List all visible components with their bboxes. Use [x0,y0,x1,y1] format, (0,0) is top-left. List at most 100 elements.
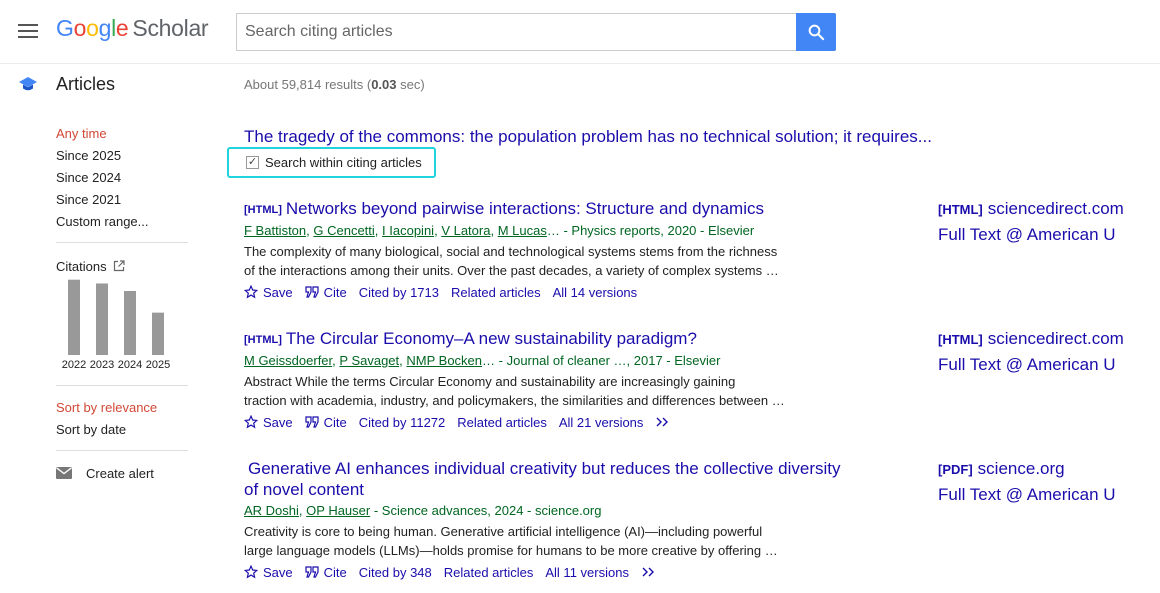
create-alert-button[interactable]: Create alert [56,463,188,483]
result-snippet: Creativity is core to being human. Gener… [244,522,789,560]
snippet-line: of the interactions among their units. O… [244,263,779,278]
results-time: 0.03 [371,77,397,92]
snippet-line: Creativity is core to being human. Gener… [244,524,763,539]
main-menu-icon[interactable] [18,24,38,38]
sidebar-divider [56,385,188,386]
fulltext-link[interactable]: Full Text @ American U [938,482,1116,507]
result-title-link[interactable]: [HTML] Networks beyond pairwise interacti… [244,199,844,220]
more-options-icon[interactable] [655,416,671,428]
citation-bar-2023[interactable] [96,283,108,355]
search-result: [HTML] Networks beyond pairwise interacti… [244,199,844,301]
author-link[interactable]: I Iacopini [382,223,434,238]
author-link[interactable]: G Cencetti [313,223,374,238]
source-link[interactable]: [HTML] sciencedirect.com [938,196,1124,222]
save-label: Save [263,284,293,300]
format-tag: [PDF] [938,462,973,477]
author-link[interactable]: NMP Bocken [406,353,482,368]
related-articles-link[interactable]: Related articles [457,415,547,430]
save-button[interactable]: Save [244,565,293,580]
save-button[interactable]: Save [244,285,293,300]
source-link[interactable]: [PDF] science.org [938,456,1116,482]
sort-by-relevance[interactable]: Sort by relevance [56,400,188,422]
fulltext-link[interactable]: Full Text @ American U [938,222,1124,247]
sidebar-divider [56,450,188,451]
result-side-links: [HTML] sciencedirect.com Full Text @ Amer… [938,196,1124,247]
quote-icon [305,566,319,578]
source-name: sciencedirect.com [987,199,1124,218]
logo-letter: o [73,15,87,41]
citation-bar-2025[interactable] [152,312,164,355]
results-suffix: sec) [396,77,425,92]
source-link[interactable]: [HTML] sciencedirect.com [938,326,1124,352]
checkbox-checked[interactable]: ✓ [246,156,259,169]
external-link-icon[interactable] [113,260,125,272]
quote-icon [305,416,319,428]
all-versions-link[interactable]: All 14 versions [553,285,638,300]
star-icon [244,415,258,429]
related-articles-link[interactable]: Related articles [444,565,534,580]
search-button[interactable] [796,13,836,51]
result-title-link[interactable]: Generative AI enhances individual creati… [244,459,844,500]
logo-letter: o [86,15,99,41]
cited-article-title[interactable]: The tragedy of the commons: the populati… [244,127,932,147]
cite-button[interactable]: Cite [305,415,347,430]
mortarboard-icon [19,77,37,91]
author-link[interactable]: M Lucas [498,223,547,238]
result-title: Networks beyond pairwise interactions: S… [285,199,764,218]
all-versions-link[interactable]: All 21 versions [559,415,644,430]
citations-header[interactable]: Citations [56,257,188,275]
source-name: science.org [977,459,1065,478]
cite-button[interactable]: Cite [305,565,347,580]
citation-year-label: 2023 [90,359,114,371]
save-button[interactable]: Save [244,415,293,430]
result-title-link[interactable]: [HTML] The Circular Economy–A new sustain… [244,329,844,350]
search-within-checkbox[interactable]: ✓ Search within citing articles [227,147,436,178]
sort-by-date[interactable]: Sort by date [56,422,188,444]
format-tag: [HTML] [244,204,282,216]
result-title: The Circular Economy–A new sustainabilit… [285,329,697,348]
cited-by-link[interactable]: Cited by 11272 [359,415,446,430]
filter-since-2025[interactable]: Since 2025 [56,148,188,170]
related-articles-link[interactable]: Related articles [451,285,541,300]
search-icon [808,24,825,41]
header-divider [0,63,1160,64]
filter-since-2024[interactable]: Since 2024 [56,170,188,192]
citations-bar-chart: 2022 2023 2024 2025 [62,279,170,371]
snippet-line: traction with academia, industry, and po… [244,393,785,408]
snippet-line: large language models (LLMs)—holds promi… [244,543,778,558]
search-input[interactable] [236,13,797,51]
format-tag: [HTML] [938,202,983,217]
citations-chart: 2022 2023 2024 2025 [56,275,176,375]
more-options-icon[interactable] [641,566,657,578]
result-meta: M Geissdoerfer, P Savaget, NMP Bocken… -… [244,353,721,368]
author-link[interactable]: F Battiston [244,223,306,238]
result-snippet: Abstract While the terms Circular Econom… [244,372,789,410]
author-link[interactable]: AR Doshi [244,503,299,518]
citation-year-label: 2022 [62,359,86,371]
all-versions-link[interactable]: All 11 versions [545,565,629,580]
source-name: sciencedirect.com [987,329,1124,348]
cited-by-link[interactable]: Cited by 348 [359,565,432,580]
result-side-links: [HTML] sciencedirect.com Full Text @ Amer… [938,326,1124,377]
search-within-label: Search within citing articles [265,155,422,170]
cited-by-link[interactable]: Cited by 1713 [359,285,439,300]
logo-letter: G [56,15,74,41]
filter-any-time[interactable]: Any time [56,126,188,148]
author-link[interactable]: P Savaget [339,353,399,368]
citation-bar-2022[interactable] [68,279,80,355]
result-actions: Save Cite Cited by 1713 Related articles… [244,283,844,301]
cite-button[interactable]: Cite [305,285,347,300]
citation-bar-2024[interactable] [124,291,136,355]
filter-custom-range[interactable]: Custom range... [56,214,188,236]
result-title: Generative AI enhances individual creati… [244,459,841,499]
logo-letter: e [115,15,129,41]
author-link[interactable]: V Latora [441,223,490,238]
author-link[interactable]: OP Hauser [306,503,370,518]
google-scholar-logo[interactable]: Google Scholar [56,15,209,42]
result-snippet: The complexity of many biological, socia… [244,242,789,280]
filter-since-2021[interactable]: Since 2021 [56,192,188,214]
author-link[interactable]: M Geissdoerfer [244,353,332,368]
result-venue: … - Physics reports, 2020 - Elsevier [546,223,755,238]
quote-icon [305,286,319,298]
fulltext-link[interactable]: Full Text @ American U [938,352,1124,377]
